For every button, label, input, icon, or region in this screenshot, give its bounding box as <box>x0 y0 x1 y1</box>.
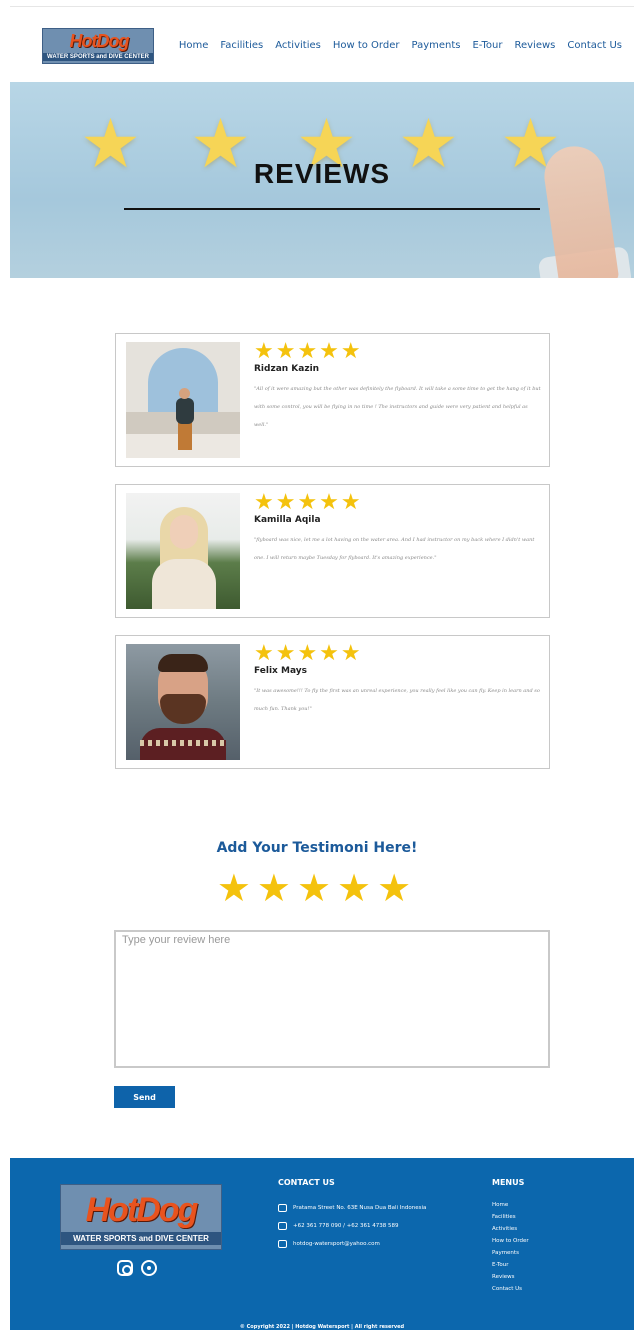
logo-subtitle: WATER SPORTS and DIVE CENTER <box>43 53 153 61</box>
footer-link-home[interactable]: Home <box>492 1202 508 1208</box>
whatsapp-icon[interactable] <box>141 1260 157 1276</box>
reviewer-photo <box>126 342 240 458</box>
mail-icon <box>278 1240 287 1248</box>
contact-email[interactable]: hotdog-watersport@yahoo.com <box>278 1240 380 1248</box>
address-text: Pratama Street No. 63E Nusa Dua Bali Ind… <box>293 1205 427 1211</box>
rating-input-stars[interactable]: ★★★★★ <box>0 866 634 912</box>
footer-link-how-to-order[interactable]: How to Order <box>492 1238 529 1244</box>
review-text: "All of it were amazing but the other wa… <box>254 386 541 428</box>
nav-link-facilities[interactable]: Facilities <box>220 40 263 51</box>
reviewer-name: Ridzan Kazin <box>254 364 320 374</box>
contact-address: Pratama Street No. 63E Nusa Dua Bali Ind… <box>278 1204 426 1212</box>
footer-link-reviews[interactable]: Reviews <box>492 1274 515 1280</box>
copyright-text: © Copyright 2022 | Hotdog Watersport | A… <box>239 1324 405 1330</box>
nav-link-home[interactable]: Home <box>179 40 209 51</box>
review-card: ★★★★★ Felix Mays "It was awesome!!! To f… <box>115 635 550 769</box>
reviewer-name: Felix Mays <box>254 666 307 676</box>
phone-text: +62 361 778 090 / +62 361 4738 589 <box>293 1223 399 1229</box>
nav-link-payments[interactable]: Payments <box>411 40 460 51</box>
nav-link-contact-us[interactable]: Contact Us <box>567 40 622 51</box>
rating-stars: ★★★★★ <box>254 489 363 514</box>
footer-link-payments[interactable]: Payments <box>492 1250 519 1256</box>
review-text: "flyboard was nice, let me a lot having … <box>254 537 535 561</box>
site-footer: HotDog WATER SPORTS and DIVE CENTER CONT… <box>10 1158 634 1330</box>
nav-link-e-tour[interactable]: E-Tour <box>472 40 502 51</box>
review-card: ★★★★★ Kamilla Aqila "flyboard was nice, … <box>115 484 550 618</box>
phone-icon <box>278 1222 287 1230</box>
title-underline <box>124 208 540 210</box>
contact-heading: CONTACT US <box>278 1178 335 1187</box>
location-icon <box>278 1204 287 1212</box>
top-divider <box>10 6 634 7</box>
nav-link-how-to-order[interactable]: How to Order <box>333 40 400 51</box>
main-menu: Home Facilities Activities How to Order … <box>179 40 622 51</box>
logo-subtitle: WATER SPORTS and DIVE CENTER <box>61 1232 221 1245</box>
footer-link-facilities[interactable]: Facilities <box>492 1214 516 1220</box>
page-title: REVIEWS <box>253 158 391 189</box>
footer-link-e-tour[interactable]: E-Tour <box>492 1262 509 1268</box>
reviewer-photo <box>126 644 240 760</box>
site-logo[interactable]: HotDog WATER SPORTS and DIVE CENTER <box>42 28 154 64</box>
review-card: ★★★★★ Ridzan Kazin "All of it were amazi… <box>115 333 550 467</box>
review-textarea[interactable] <box>114 930 550 1068</box>
logo-wordmark: HotDog <box>69 31 130 51</box>
footer-link-activities[interactable]: Activities <box>492 1226 517 1232</box>
social-links <box>117 1260 157 1276</box>
reviewer-name: Kamilla Aqila <box>254 515 321 525</box>
rating-stars: ★★★★★ <box>254 640 363 665</box>
review-text: "It was awesome!!! To fly the first was … <box>254 688 540 712</box>
navbar: HotDog WATER SPORTS and DIVE CENTER Home… <box>0 24 634 68</box>
footer-logo[interactable]: HotDog WATER SPORTS and DIVE CENTER <box>60 1184 222 1250</box>
email-text[interactable]: hotdog-watersport@yahoo.com <box>293 1241 380 1247</box>
instagram-icon[interactable] <box>117 1260 133 1276</box>
hero-banner: ★ ★ ★ ★ ★ REVIEWS <box>10 82 634 278</box>
testimonial-heading: Add Your Testimoni Here! <box>216 840 418 856</box>
reviewer-photo <box>126 493 240 609</box>
footer-link-contact-us[interactable]: Contact Us <box>492 1286 522 1292</box>
rating-stars: ★★★★★ <box>254 338 363 363</box>
menu-heading: MENUS <box>492 1178 525 1187</box>
send-button[interactable]: Send <box>114 1086 175 1108</box>
nav-link-reviews[interactable]: Reviews <box>514 40 555 51</box>
nav-link-activities[interactable]: Activities <box>275 40 321 51</box>
logo-wordmark: HotDog <box>85 1191 199 1229</box>
contact-phone: +62 361 778 090 / +62 361 4738 589 <box>278 1222 399 1230</box>
